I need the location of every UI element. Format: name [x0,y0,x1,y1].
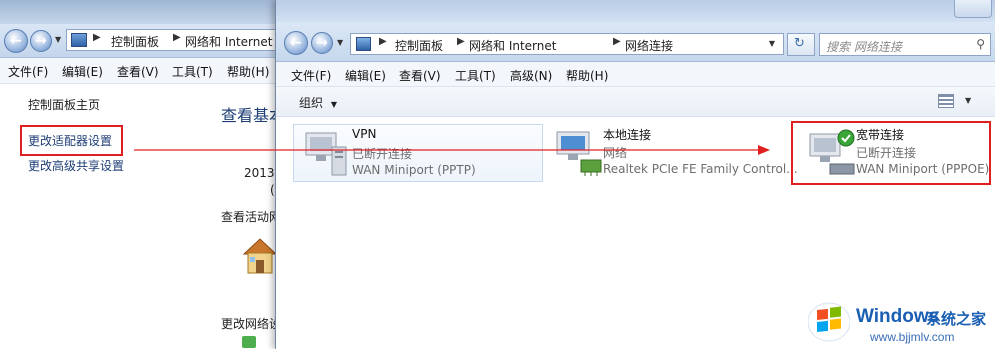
bg-back-button[interactable]: ← [4,29,28,53]
menu-file[interactable]: 文件(F) [291,67,331,84]
bg-breadcrumb-network[interactable]: 网络和 Internet [185,33,272,50]
breadcrumb-separator-icon: ▶ [379,36,387,47]
vpn-adapter-icon [302,129,356,179]
organize-button[interactable]: 组织 ▼ [299,94,337,111]
network-folder-icon [356,37,371,51]
adapter-device: WAN Miniport (PPTP) [352,163,476,177]
bg-breadcrumb-control-panel[interactable]: 控制面板 [111,33,159,50]
window-close-button[interactable] [954,0,992,18]
windows-logo-icon [807,302,851,342]
house-icon [242,236,278,276]
bg-menu-help[interactable]: 帮助(H) [227,63,269,80]
front-title-bar [276,0,995,22]
control-panel-icon [71,33,87,47]
watermark: Windows 系统之家 www.bjjmlv.com [800,296,995,349]
watermark-url: www.bjjmlv.com [870,330,955,344]
front-menu-bar: 文件(F) 编辑(E) 查看(V) 工具(T) 高级(N) 帮助(H) [276,62,995,87]
view-options-icon[interactable] [938,94,954,108]
adapter-local-connection[interactable]: 本地连接 网络 Realtek PCIe FE Family Control..… [545,124,798,182]
back-arrow-icon: ← [10,33,22,49]
breadcrumb-separator-icon: ▶ [173,32,181,43]
bg-forward-button[interactable]: → [30,30,52,52]
highlight-box-broadband [791,121,991,185]
refresh-button[interactable]: ↻ [787,33,815,56]
background-window: ← → ▼ ▶ 控制面板 ▶ 网络和 Internet 文件(F) 编辑(E) … [0,0,290,349]
bg-menu-view[interactable]: 查看(V) [117,63,159,80]
bg-menu-tools[interactable]: 工具(T) [172,63,213,80]
menu-advanced[interactable]: 高级(N) [510,67,552,84]
bg-history-dropdown-icon[interactable]: ▼ [55,35,61,44]
view-dropdown-icon[interactable]: ▼ [965,96,971,105]
breadcrumb-separator-icon: ▶ [457,36,465,47]
front-navigation-bar: ← → ▼ ▶ 控制面板 ▶ 网络和 Internet ▶ 网络连接 ▼ ↻ 搜… [276,22,995,62]
adapter-name: 本地连接 [603,128,652,142]
adapter-status: 网络 [603,146,628,160]
breadcrumb-network-connections[interactable]: 网络连接 [625,37,673,54]
breadcrumb-network-internet[interactable]: 网络和 Internet [469,37,556,54]
search-placeholder: 搜索 网络连接 [826,40,902,54]
chevron-down-icon: ▼ [330,100,337,109]
adapter-device: Realtek PCIe FE Family Control... [603,162,798,176]
refresh-icon: ↻ [794,36,805,51]
menu-help[interactable]: 帮助(H) [566,67,608,84]
highlight-box-adapter-settings [20,125,123,156]
adapter-status: 已断开连接 [352,147,413,161]
bg-title-bar [0,0,290,24]
menu-tools[interactable]: 工具(T) [455,67,496,84]
back-button[interactable]: ← [284,31,308,55]
forward-button[interactable]: → [311,32,333,54]
menu-view[interactable]: 查看(V) [399,67,441,84]
search-input[interactable]: 搜索 网络连接 ⚲ [819,33,991,56]
network-setup-icon [242,336,256,348]
organize-label: 组织 [299,96,324,110]
breadcrumb-separator-icon: ▶ [613,36,621,47]
bg-main-active-networks: 查看活动网 [221,210,282,224]
adapter-vpn[interactable]: VPN 已断开连接 WAN Miniport (PPTP) [293,124,543,182]
address-dropdown-icon[interactable]: ▼ [769,39,775,48]
bg-main-year: 2013 [244,166,275,180]
back-arrow-icon: ← [290,35,302,51]
bg-menu-edit[interactable]: 编辑(E) [62,63,103,80]
breadcrumb-control-panel[interactable]: 控制面板 [395,37,443,54]
watermark-sub: 系统之家 [926,310,987,328]
bg-sidebar: 控制面板主页 更改适配器设置 更改高级共享设置 [0,84,210,349]
bg-main-paren: ( [270,183,275,197]
search-icon: ⚲ [976,37,985,51]
command-toolbar: 组织 ▼ ▼ [276,87,995,117]
breadcrumb-separator-icon: ▶ [93,32,101,43]
sidebar-link-change-sharing-settings[interactable]: 更改高级共享设置 [28,157,124,174]
bg-main-change-network: 更改网络设 [221,317,282,331]
forward-arrow-icon: → [35,33,47,49]
address-bar[interactable]: ▶ 控制面板 ▶ 网络和 Internet ▶ 网络连接 ▼ [350,33,784,55]
history-dropdown-icon[interactable]: ▼ [337,38,343,47]
sidebar-link-control-panel-home[interactable]: 控制面板主页 [28,96,100,113]
menu-edit[interactable]: 编辑(E) [345,67,386,84]
forward-arrow-icon: → [316,35,328,51]
local-adapter-icon [553,128,607,178]
adapter-name: VPN [352,127,377,141]
bg-address-bar[interactable]: ▶ 控制面板 ▶ 网络和 Internet [66,29,290,51]
bg-menu-file[interactable]: 文件(F) [8,63,48,80]
bg-menu-bar: 文件(F) 编辑(E) 查看(V) 工具(T) 帮助(H) [0,58,290,84]
bg-navigation-bar: ← → ▼ ▶ 控制面板 ▶ 网络和 Internet [0,24,290,58]
